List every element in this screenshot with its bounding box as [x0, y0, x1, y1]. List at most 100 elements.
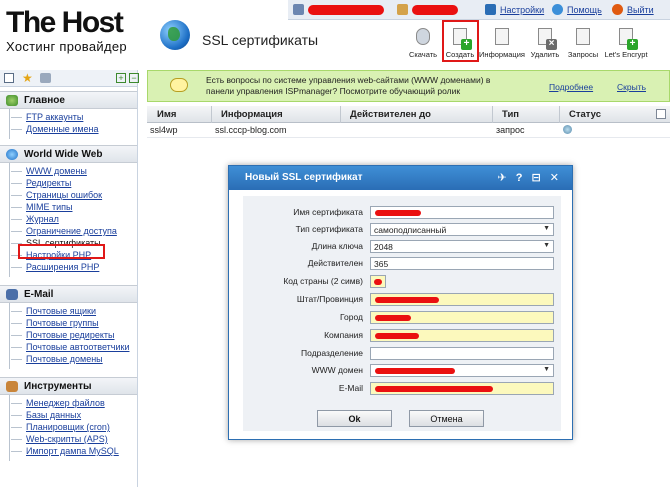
sidebar-item-error-pages[interactable]: Страницы ошибок: [11, 189, 137, 201]
department-input[interactable]: [370, 347, 554, 360]
sidebar-item-log[interactable]: Журнал: [11, 213, 137, 225]
sidebar: ★ + − Главное FTP аккаунты Доменные имен…: [0, 70, 139, 487]
sidebar-item-ftp[interactable]: FTP аккаунты: [11, 111, 137, 123]
dialog-title: Новый SSL сертификат: [245, 172, 363, 183]
sidebar-item-php-ext[interactable]: Расширения PHP: [11, 261, 137, 273]
monitor-icon[interactable]: [40, 73, 51, 83]
cancel-button[interactable]: Отмена: [409, 410, 484, 427]
sidebar-section-header[interactable]: Инструменты: [0, 377, 137, 395]
tools-section-icon: [6, 381, 18, 392]
list-view-icon[interactable]: [4, 73, 14, 83]
field-country-code: Код страны (2 симв): [243, 275, 561, 289]
www-domain-select[interactable]: [370, 364, 554, 377]
field-cert-name: Имя сертификата: [243, 206, 561, 220]
state-input[interactable]: [370, 293, 554, 306]
globe-icon: [160, 20, 190, 50]
cell-name: ssl4wp: [150, 125, 178, 135]
key-length-select[interactable]: 2048: [370, 240, 554, 253]
column-status[interactable]: Статус: [569, 109, 601, 120]
sidebar-item-mime[interactable]: MIME типы: [11, 201, 137, 213]
requests-label: Запросы: [567, 50, 599, 59]
delete-button[interactable]: × Удалить: [527, 24, 563, 59]
company-input[interactable]: [370, 329, 554, 342]
logout-link[interactable]: Выйти: [627, 5, 654, 15]
sidebar-section-items: Менеджер файлов Базы данных Планировщик …: [9, 395, 137, 461]
sidebar-tools: ★ + −: [0, 70, 139, 87]
city-input[interactable]: [370, 311, 554, 324]
sidebar-section-items: Почтовые ящики Почтовые группы Почтовые …: [9, 303, 137, 369]
sidebar-item-file-manager[interactable]: Менеджер файлов: [11, 397, 137, 409]
download-button[interactable]: Скачать: [405, 24, 441, 59]
power-icon: [612, 4, 623, 15]
favorites-star-icon[interactable]: ★: [22, 71, 33, 85]
column-info[interactable]: Информация: [221, 109, 283, 120]
redacted-value: [375, 210, 421, 216]
field-label: Тип сертификата: [295, 224, 363, 234]
redacted-value: [374, 279, 382, 285]
delete-icon: ×: [535, 28, 557, 50]
redacted-value: [375, 315, 411, 321]
letsencrypt-icon: +: [616, 28, 638, 50]
sidebar-item-aps[interactable]: Web-скрипты (APS): [11, 433, 137, 445]
field-label: Штат/Провинция: [296, 294, 363, 304]
help-link[interactable]: Помощь: [567, 5, 602, 15]
field-label: Код страны (2 симв): [283, 276, 363, 286]
logo[interactable]: The Host Хостинг провайдер: [6, 6, 151, 55]
field-www-domain: WWW домен: [243, 364, 561, 378]
sidebar-item-autoresponders[interactable]: Почтовые автоответчики: [11, 341, 137, 353]
sidebar-item-mailboxes[interactable]: Почтовые ящики: [11, 305, 137, 317]
logo-tagline: Хостинг провайдер: [6, 39, 127, 54]
settings-link[interactable]: Настройки: [500, 5, 544, 15]
sidebar-item-domains[interactable]: Доменные имена: [11, 123, 137, 135]
field-cert-type: Тип сертификата самоподписанный: [243, 223, 561, 237]
help-icon: [552, 4, 563, 15]
new-ssl-dialog: Новый SSL сертификат ✈ ? ⊟ ✕ Имя сертифи…: [228, 165, 573, 440]
cell-info: ssl.cccp-blog.com: [215, 125, 287, 135]
create-highlight: [442, 20, 479, 62]
notice-more-link[interactable]: Подробнее: [549, 82, 593, 92]
letsencrypt-label: Let's Encrypt: [604, 50, 648, 59]
cert-type-select[interactable]: самоподписанный: [370, 223, 554, 236]
sidebar-item-mail-redirects[interactable]: Почтовые редиректы: [11, 329, 137, 341]
dialog-window-controls[interactable]: ✈ ? ⊟ ✕: [497, 171, 562, 184]
section-title: Инструменты: [24, 381, 92, 392]
info-label: Информация: [479, 50, 525, 59]
notice-hide-link[interactable]: Скрыть: [617, 82, 646, 92]
sidebar-section-header[interactable]: World Wide Web: [0, 145, 137, 163]
ok-button[interactable]: Ok: [317, 410, 392, 427]
dialog-form: Имя сертификата Тип сертификата самоподп…: [243, 196, 561, 431]
status-icon: [563, 125, 572, 134]
column-valid-until[interactable]: Действителен до: [350, 109, 431, 120]
field-label: E-Mail: [338, 383, 363, 393]
sidebar-item-access[interactable]: Ограничение доступа: [11, 225, 137, 237]
expand-all-icon[interactable]: +: [116, 73, 126, 83]
letsencrypt-button[interactable]: + Let's Encrypt: [603, 24, 649, 59]
column-type[interactable]: Тип: [502, 109, 519, 120]
columns-menu-icon[interactable]: [656, 109, 666, 119]
info-button[interactable]: Информация: [479, 24, 525, 59]
email-input[interactable]: [370, 382, 554, 395]
column-name[interactable]: Имя: [157, 109, 176, 120]
field-label: WWW домен: [311, 365, 363, 375]
sidebar-item-redirects[interactable]: Редиректы: [11, 177, 137, 189]
sidebar-section-header[interactable]: E-Mail: [0, 285, 137, 303]
sidebar-item-cron[interactable]: Планировщик (cron): [11, 421, 137, 433]
collapse-all-icon[interactable]: −: [129, 73, 139, 83]
sidebar-item-databases[interactable]: Базы данных: [11, 409, 137, 421]
certificates-table: Имя Информация Действителен до Тип Стату…: [147, 106, 670, 138]
requests-icon: [573, 28, 593, 48]
field-email: E-Mail: [243, 382, 561, 396]
sidebar-section-header[interactable]: Главное: [0, 91, 137, 109]
sidebar-item-www-domains[interactable]: WWW домены: [11, 165, 137, 177]
cert-name-input[interactable]: [370, 206, 554, 219]
redacted-value: [375, 368, 455, 374]
sidebar-item-mail-domains[interactable]: Почтовые домены: [11, 353, 137, 365]
table-row[interactable]: ssl4wp ssl.cccp-blog.com запрос: [147, 123, 670, 138]
sidebar-item-mail-groups[interactable]: Почтовые группы: [11, 317, 137, 329]
sidebar-item-mysql-import[interactable]: Импорт дампа MySQL: [11, 445, 137, 457]
country-code-input[interactable]: [370, 275, 386, 288]
valid-days-input[interactable]: 365: [370, 257, 554, 270]
requests-button[interactable]: Запросы: [565, 24, 601, 59]
logo-brand: The Host: [6, 6, 124, 39]
dialog-header[interactable]: Новый SSL сертификат ✈ ? ⊟ ✕: [229, 166, 572, 190]
